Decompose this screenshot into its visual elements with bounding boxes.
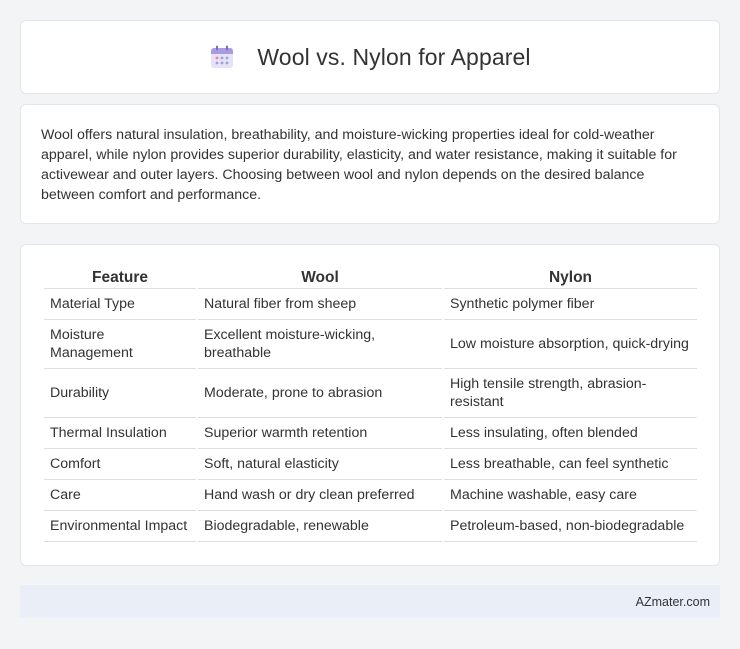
feature-cell: Comfort xyxy=(44,449,196,480)
feature-cell: Durability xyxy=(44,369,196,418)
calendar-icon xyxy=(209,44,235,70)
table-row: Durability Moderate, prone to abrasion H… xyxy=(44,369,697,418)
wool-cell: Moderate, prone to abrasion xyxy=(198,369,442,418)
nylon-cell: High tensile strength, abrasion-resistan… xyxy=(444,369,697,418)
comparison-table: Feature Wool Nylon Material Type Natural… xyxy=(42,265,699,542)
wool-cell: Superior warmth retention xyxy=(198,418,442,449)
wool-cell: Excellent moisture-wicking, breathable xyxy=(198,320,442,369)
wool-cell: Biodegradable, renewable xyxy=(198,511,442,542)
wool-cell: Natural fiber from sheep xyxy=(198,289,442,320)
comparison-card: Feature Wool Nylon Material Type Natural… xyxy=(20,244,720,566)
footer: AZmater.com xyxy=(20,585,720,618)
feature-cell: Care xyxy=(44,480,196,511)
table-header-row: Feature Wool Nylon xyxy=(44,265,697,289)
wool-cell: Hand wash or dry clean preferred xyxy=(198,480,442,511)
nylon-cell: Low moisture absorption, quick-drying xyxy=(444,320,697,369)
table-row: Environmental Impact Biodegradable, rene… xyxy=(44,511,697,542)
header-nylon: Nylon xyxy=(444,265,697,289)
feature-cell: Environmental Impact xyxy=(44,511,196,542)
summary-text: Wool offers natural insulation, breathab… xyxy=(41,127,677,203)
nylon-cell: Machine washable, easy care xyxy=(444,480,697,511)
feature-cell: Material Type xyxy=(44,289,196,320)
title-card: Wool vs. Nylon for Apparel xyxy=(20,20,720,94)
table-row: Moisture Management Excellent moisture-w… xyxy=(44,320,697,369)
nylon-cell: Petroleum-based, non-biodegradable xyxy=(444,511,697,542)
table-row: Thermal Insulation Superior warmth reten… xyxy=(44,418,697,449)
feature-cell: Moisture Management xyxy=(44,320,196,369)
nylon-cell: Synthetic polymer fiber xyxy=(444,289,697,320)
summary-card: Wool offers natural insulation, breathab… xyxy=(20,104,720,224)
feature-cell: Thermal Insulation xyxy=(44,418,196,449)
table-row: Comfort Soft, natural elasticity Less br… xyxy=(44,449,697,480)
header-feature: Feature xyxy=(44,265,196,289)
table-row: Care Hand wash or dry clean preferred Ma… xyxy=(44,480,697,511)
header-wool: Wool xyxy=(198,265,442,289)
page-title: Wool vs. Nylon for Apparel xyxy=(257,43,531,70)
nylon-cell: Less breathable, can feel synthetic xyxy=(444,449,697,480)
nylon-cell: Less insulating, often blended xyxy=(444,418,697,449)
footer-site-link[interactable]: AZmater.com xyxy=(636,595,710,609)
wool-cell: Soft, natural elasticity xyxy=(198,449,442,480)
table-row: Material Type Natural fiber from sheep S… xyxy=(44,289,697,320)
